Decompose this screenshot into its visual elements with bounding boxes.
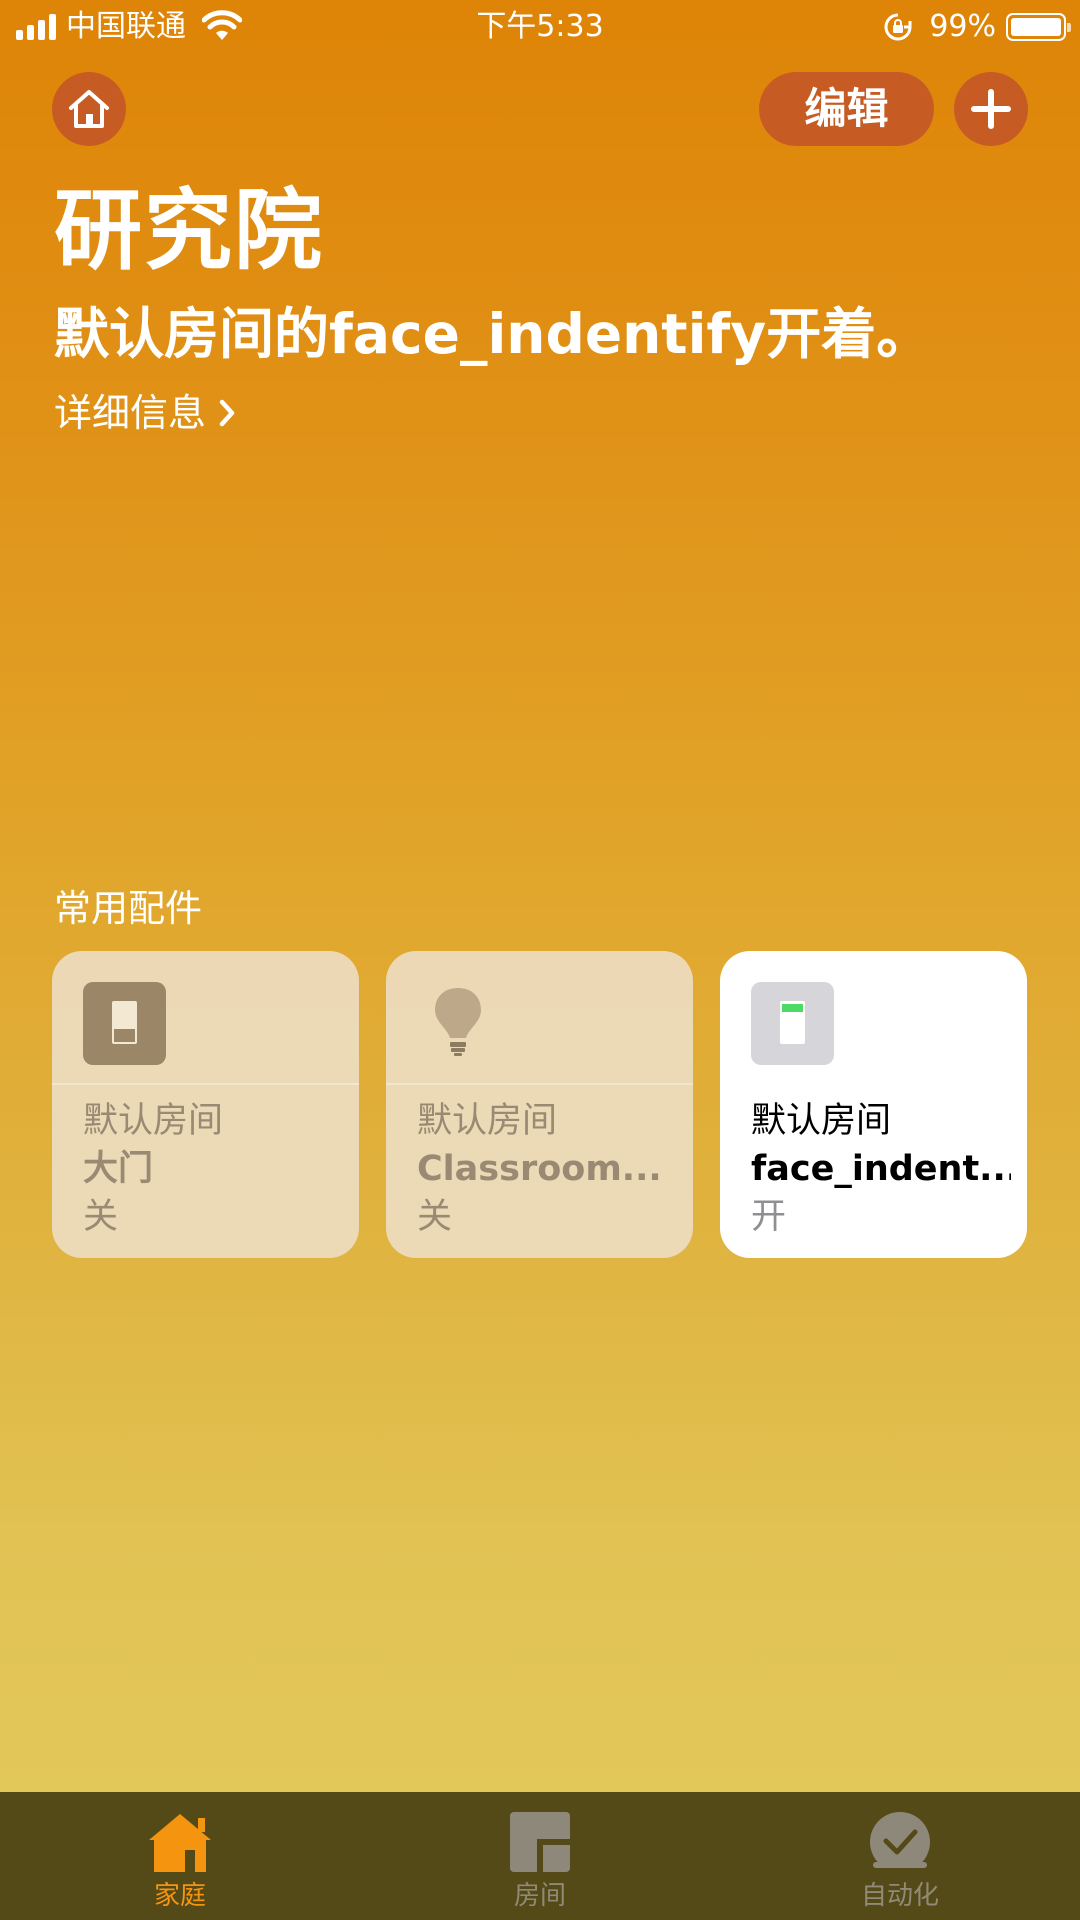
tile-room: 默认房间 — [83, 1101, 224, 1141]
switch-icon — [83, 982, 166, 1065]
tile-name: face_indent... — [751, 1149, 1011, 1189]
details-link-label: 详细信息 — [54, 391, 207, 435]
tab-automation[interactable]: 自动化 — [800, 1792, 1000, 1920]
page-title: 研究院 — [54, 179, 325, 282]
tile-name: Classroom... — [417, 1149, 662, 1189]
battery-fill — [1011, 18, 1061, 36]
switch-icon — [751, 982, 834, 1065]
add-button[interactable] — [954, 72, 1028, 146]
tile-room: 默认房间 — [751, 1101, 892, 1141]
details-link[interactable]: 详细信息 — [54, 388, 236, 438]
status-bar-right: 99% — [883, 8, 1071, 46]
battery-icon — [1006, 13, 1071, 41]
home-status-summary: 默认房间的face_indentify开着。 — [54, 302, 932, 366]
orientation-lock-icon — [884, 13, 912, 41]
tab-home-label: 家庭 — [153, 1881, 206, 1911]
tab-rooms-label: 房间 — [513, 1881, 566, 1911]
tile-state: 开 — [751, 1197, 787, 1237]
house-icon — [149, 1814, 211, 1872]
tile-state: 关 — [83, 1197, 119, 1237]
house-outline-icon — [69, 90, 109, 128]
battery-percentage: 99% — [929, 9, 996, 44]
accessory-tile-face-indentify[interactable]: 默认房间 face_indent... 开 — [720, 951, 1027, 1258]
tile-room: 默认房间 — [417, 1101, 558, 1141]
status-bar: 中国联通 下午5:33 99% — [0, 0, 1080, 54]
accessory-tile-gate[interactable]: 默认房间 大门 关 — [52, 951, 359, 1258]
plus-icon — [971, 89, 1011, 129]
tile-state: 关 — [417, 1197, 453, 1237]
accessory-tile-classroom[interactable]: 默认房间 Classroom... 关 — [386, 951, 693, 1258]
tab-home[interactable]: 家庭 — [80, 1792, 280, 1920]
edit-button[interactable]: 编辑 — [759, 72, 934, 146]
tile-name: 大门 — [83, 1149, 154, 1189]
lightbulb-icon — [417, 982, 500, 1065]
tab-automation-label: 自动化 — [860, 1881, 939, 1911]
tab-rooms[interactable]: 房间 — [440, 1792, 640, 1920]
section-title-favorites: 常用配件 — [54, 887, 202, 930]
automation-icon — [865, 1812, 935, 1876]
home-settings-button[interactable] — [52, 72, 126, 146]
tab-bar: 家庭 房间 自动化 — [0, 1792, 1080, 1920]
chevron-right-icon — [219, 399, 235, 427]
rooms-icon — [510, 1812, 570, 1872]
